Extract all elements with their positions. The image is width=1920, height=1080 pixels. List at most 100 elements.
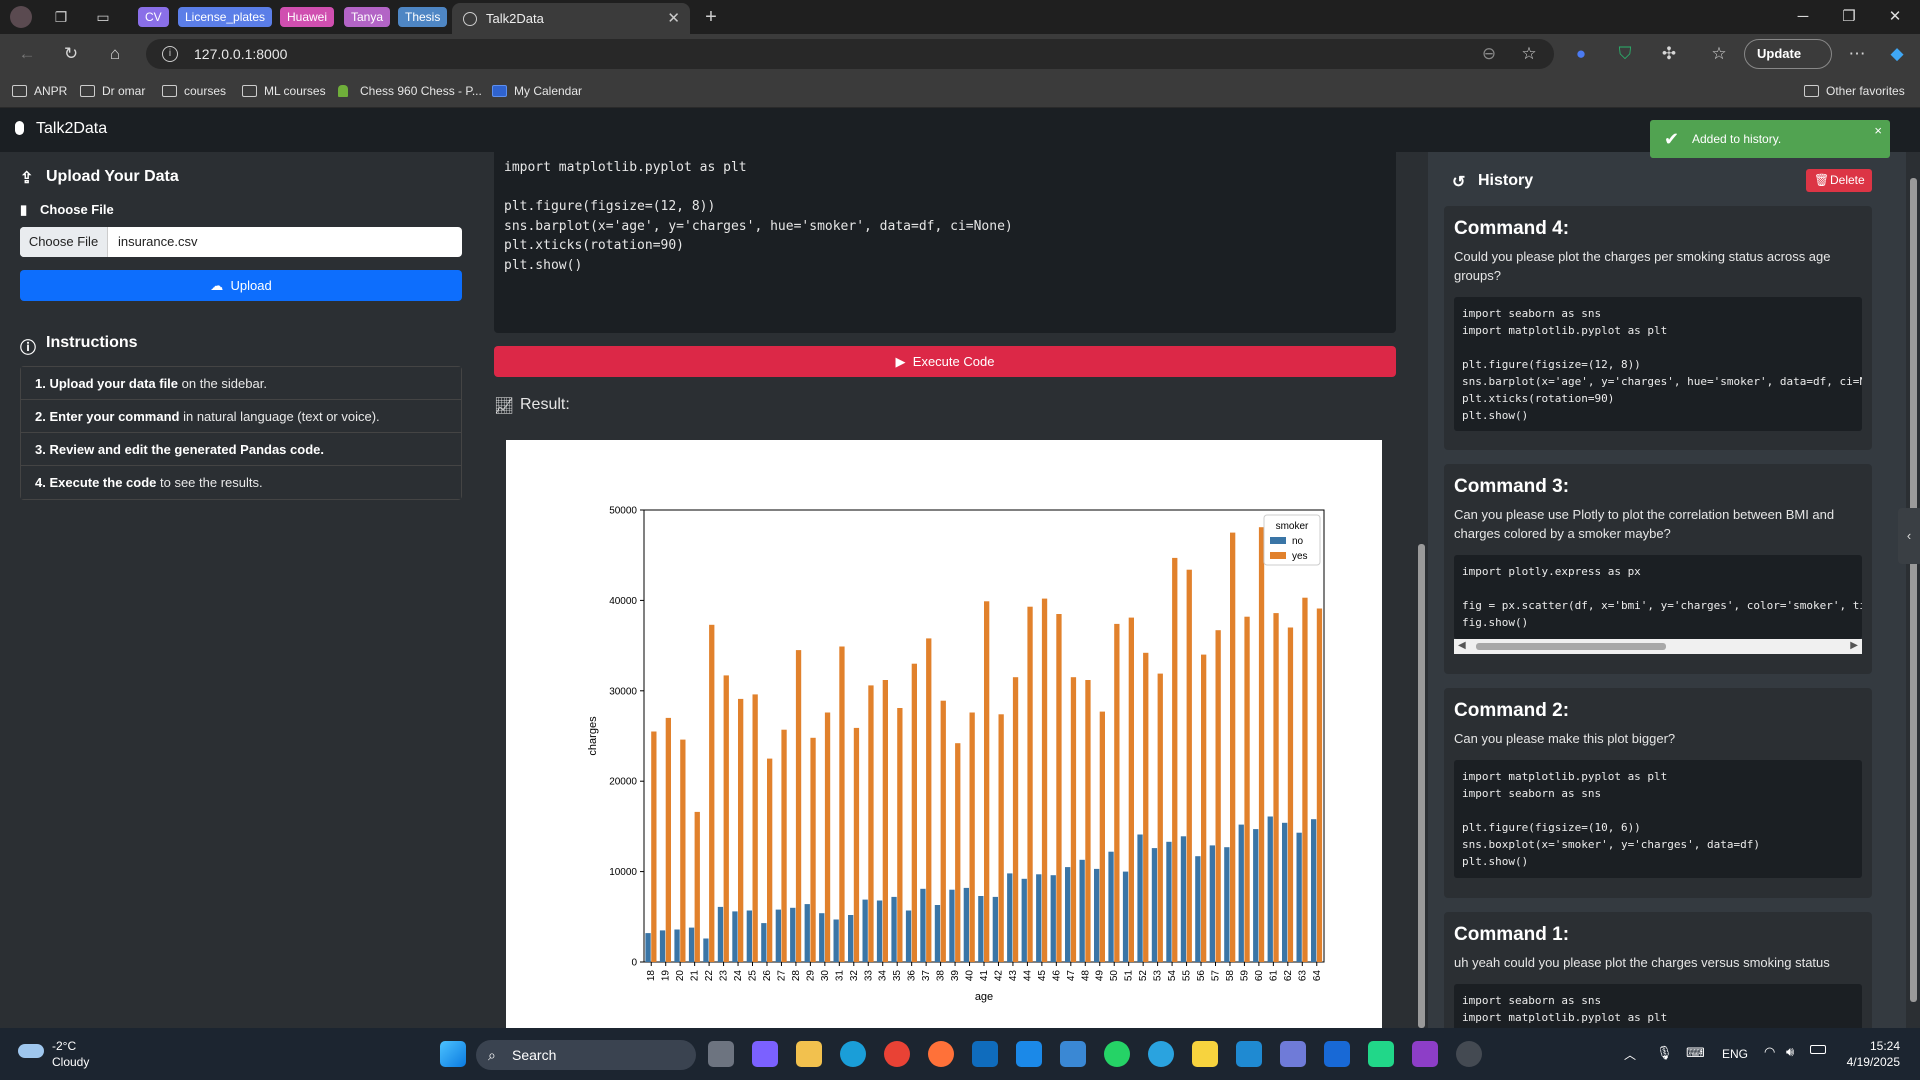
chrome-icon[interactable] — [884, 1041, 910, 1067]
other-favorites[interactable]: Other favorites — [1804, 82, 1905, 100]
delete-history-button[interactable]: 🗑︎ Delete — [1806, 169, 1872, 192]
bar-no-60 — [1253, 829, 1259, 962]
tab-group-tanya[interactable]: Tanya — [344, 7, 391, 27]
bookmark-my-calendar[interactable]: My Calendar — [492, 82, 582, 100]
trello-icon[interactable] — [1324, 1041, 1350, 1067]
battery-icon[interactable] — [1810, 1045, 1826, 1054]
extension-shield-icon[interactable]: ⛉ — [1614, 43, 1636, 65]
restore-icon[interactable]: ❐ — [1826, 0, 1872, 34]
clock[interactable]: 15:24 4/19/2025 — [1840, 1038, 1900, 1070]
history-item-code[interactable]: import plotly.express as px fig = px.sca… — [1454, 555, 1862, 639]
bookmark-dr-omar[interactable]: Dr omar — [80, 82, 145, 100]
chatgpt-icon[interactable] — [1456, 1041, 1482, 1067]
side-panel-toggle[interactable]: ‹ — [1898, 508, 1920, 564]
file-explorer-icon[interactable] — [796, 1041, 822, 1067]
main-scrollbar[interactable] — [1414, 152, 1428, 1028]
windows-start-icon[interactable] — [440, 1041, 466, 1067]
close-window-icon[interactable]: ✕ — [1872, 0, 1918, 34]
outlook-icon[interactable] — [972, 1041, 998, 1067]
bar-yes-51 — [1128, 617, 1134, 962]
scrollbar-thumb[interactable] — [1476, 643, 1666, 650]
sticky-notes-icon[interactable] — [1192, 1041, 1218, 1067]
tab-group-huawei[interactable]: Huawei — [280, 7, 335, 27]
x-tick-label: 24 — [733, 970, 744, 982]
history-item[interactable]: Command 3: Can you please use Plotly to … — [1444, 464, 1872, 674]
main-scrollbar-thumb[interactable] — [1418, 544, 1425, 1028]
zoom-icon[interactable]: ⊖ — [1478, 43, 1500, 65]
tab-group-license-plates[interactable]: License_plates — [178, 7, 273, 27]
site-info-icon[interactable]: i — [162, 46, 178, 62]
scroll-right-icon[interactable]: ▶ — [1850, 640, 1858, 651]
result-plot: 18 19 20 21 22 23 24 25 26 27 28 29 30 31 32 33 34 35 36 37… — [506, 440, 1382, 1028]
bar-no-46 — [1050, 875, 1056, 962]
history-item-code[interactable]: import seaborn as sns import matplotlib.… — [1454, 297, 1862, 431]
bookmark-anpr[interactable]: ANPR — [12, 82, 67, 100]
tray-chevron-icon[interactable]: ︿ — [1624, 1046, 1636, 1063]
app-title[interactable]: Talk2Data — [36, 120, 107, 138]
favorite-star-icon[interactable]: ☆ — [1518, 43, 1540, 65]
keyboard-icon[interactable]: ⌨ — [1686, 1045, 1705, 1061]
history-item[interactable]: Command 2: Can you please make this plot… — [1444, 688, 1872, 898]
close-tab-icon[interactable]: ✕ — [667, 3, 680, 34]
whatsapp-icon[interactable] — [1104, 1041, 1130, 1067]
history-scrollbar[interactable] — [1906, 152, 1920, 1028]
history-item-code[interactable]: import seaborn as sns import matplotlib.… — [1454, 984, 1862, 1028]
pycharm-icon[interactable] — [1368, 1041, 1394, 1067]
visual-studio-icon[interactable] — [1412, 1041, 1438, 1067]
x-tick-label: 36 — [907, 970, 918, 982]
code-editor[interactable]: import matplotlib.pyplot as plt plt.figu… — [494, 152, 1396, 333]
telegram-icon[interactable] — [1148, 1041, 1174, 1067]
copilot-app-icon[interactable] — [752, 1041, 778, 1067]
microphone-tray-icon[interactable]: 🎙︎ — [1656, 1045, 1673, 1061]
code-horizontal-scrollbar[interactable]: ◀ ▶ — [1454, 639, 1862, 654]
step-text: on the sidebar. — [178, 376, 267, 391]
upload-button[interactable]: ☁ Upload — [20, 270, 462, 301]
x-tick-label: 53 — [1153, 970, 1164, 982]
home-icon[interactable]: ⌂ — [104, 43, 126, 65]
weather-widget[interactable]: -2°C Cloudy — [18, 1038, 89, 1070]
wifi-icon[interactable]: ◠ — [1764, 1044, 1775, 1060]
discord-icon[interactable] — [1280, 1041, 1306, 1067]
active-tab[interactable]: Talk2Data ✕ — [452, 3, 690, 34]
extension-copilot-icon[interactable]: ● — [1570, 43, 1592, 65]
store-icon[interactable] — [1060, 1041, 1086, 1067]
volume-icon[interactable]: 🔊︎ — [1786, 1044, 1794, 1060]
execute-code-button[interactable]: ▶ Execute Code — [494, 346, 1396, 377]
tab-actions-icon[interactable]: ▭ — [92, 6, 114, 28]
edge-icon[interactable] — [840, 1041, 866, 1067]
update-button[interactable]: Update — [1744, 39, 1832, 69]
refresh-icon[interactable]: ↻ — [60, 43, 82, 65]
toast-close-icon[interactable]: × — [1874, 112, 1882, 150]
bookmark-chess960[interactable]: Chess 960 Chess - P... — [338, 82, 482, 100]
profile-avatar-icon[interactable] — [10, 6, 32, 28]
task-view-icon[interactable] — [708, 1041, 734, 1067]
back-icon[interactable]: ← — [16, 43, 38, 65]
taskbar-search[interactable]: ⌕ Search — [476, 1040, 696, 1070]
tab-group-cv[interactable]: CV — [138, 7, 169, 27]
copilot-icon[interactable]: ◆ — [1886, 43, 1908, 65]
language-indicator[interactable]: ENG — [1722, 1047, 1748, 1061]
firefox-icon[interactable] — [928, 1041, 954, 1067]
outlook-new-icon[interactable] — [1016, 1041, 1042, 1067]
more-menu-icon[interactable]: ⋯ — [1846, 43, 1868, 65]
history-item[interactable]: Command 4: Could you please plot the cha… — [1444, 206, 1872, 450]
address-bar[interactable]: i 127.0.0.1:8000 — [146, 39, 1554, 69]
extensions-icon[interactable]: ✣ — [1658, 43, 1680, 65]
file-input[interactable]: Choose File insurance.csv — [20, 227, 462, 257]
choose-file-button[interactable]: Choose File — [20, 227, 108, 257]
tab-group-thesis[interactable]: Thesis — [398, 7, 448, 27]
vscode-icon[interactable] — [1236, 1041, 1262, 1067]
bookmark-courses[interactable]: courses — [162, 82, 226, 100]
history-item[interactable]: Command 1: uh yeah could you please plot… — [1444, 912, 1872, 1028]
scroll-left-icon[interactable]: ◀ — [1458, 640, 1466, 651]
history-scrollbar-thumb[interactable] — [1910, 178, 1917, 1002]
workspaces-icon[interactable]: ❐ — [50, 6, 72, 28]
history-item-code[interactable]: import matplotlib.pyplot as plt import s… — [1454, 760, 1862, 878]
cloud-icon — [18, 1044, 44, 1058]
new-tab-icon[interactable]: + — [700, 6, 722, 28]
favorites-icon[interactable]: ☆ — [1708, 43, 1730, 65]
minimize-icon[interactable]: ─ — [1780, 0, 1826, 34]
bar-no-43 — [1007, 873, 1013, 962]
bar-yes-54 — [1172, 557, 1178, 962]
bookmark-ml-courses[interactable]: ML courses — [242, 82, 326, 100]
